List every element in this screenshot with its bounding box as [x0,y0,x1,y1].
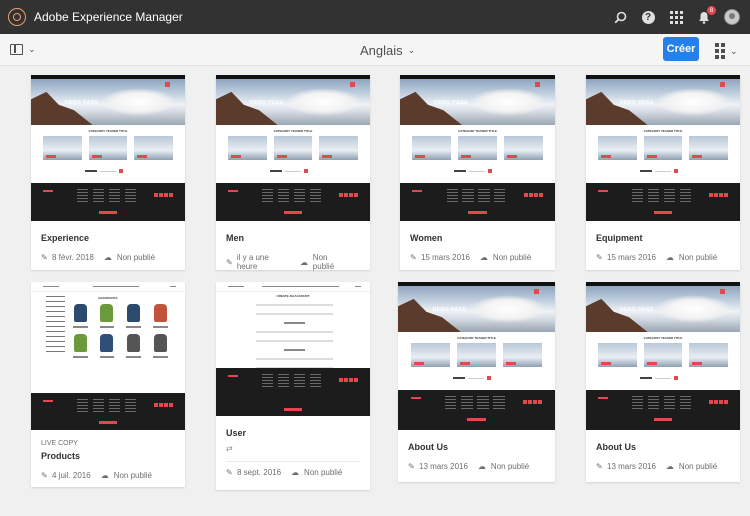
publish-status: Non publié [492,253,532,262]
avatar[interactable] [724,9,740,25]
view-switcher[interactable]: ⌄ [715,43,738,59]
card-thumbnail[interactable]: HERO PAGE CATEGORY TEASER TITLE [586,75,740,221]
card-title[interactable]: About Us [408,442,545,452]
aem-logo-icon[interactable] [8,8,26,26]
rail-toggle-button[interactable]: ⌄ [10,44,36,55]
thumb-category-title: CATEGORY TEASER TITLE [458,129,497,133]
thumb-hero-label: HERO PAGE [64,99,100,106]
pencil-icon: ✎ [41,471,48,480]
card-thumbnail[interactable]: HERO PAGE CATEGORY TEASER TITLE [398,282,555,430]
thumb-category-title: CATEGORY TEASER TITLE [643,129,683,133]
thumb-category-title: CATEGORY TEASER TITLE [643,336,683,340]
modified-date: 15 mars 2016 [607,253,656,262]
rail-toggle-icon [10,44,23,55]
pencil-icon: ✎ [41,253,48,262]
modified-date: 8 sept. 2016 [237,468,282,477]
page-card[interactable]: HERO PAGE CATEGORY TEASER TITLE Women ✎ … [400,75,555,270]
chevron-down-icon: ⌄ [28,44,36,54]
modified-date: 15 mars 2016 [421,253,470,262]
card-title[interactable]: Products [41,451,175,461]
modified-date: il y a une heure [236,253,269,271]
modified-date: 4 juil. 2016 [52,471,91,480]
thumb-hero-label: HERO PAGE [619,306,655,313]
search-icon[interactable] [612,9,628,25]
publish-status-icon: ☁ [665,253,674,262]
language-selector[interactable]: Anglais ⌄ [360,43,415,58]
thumb-hero-label: HERO PAGE [434,99,469,106]
page-card[interactable]: BACKPACKS LIVE COPY Products ✎ 4 juil. 2… [31,282,185,487]
pencil-icon: ✎ [226,257,233,267]
publish-status-icon: ☁ [477,462,486,471]
card-thumbnail[interactable]: CREATE AN ACCOUNT [216,282,370,416]
thumb-hero-label: HERO PAGE [249,99,285,106]
chevron-down-icon: ⌄ [407,45,416,55]
thumb-hero-label: HERO PAGE [432,306,467,313]
thumb-category-title: CATEGORY TEASER TITLE [88,129,128,133]
publish-status-icon: ☁ [103,253,112,262]
card-thumbnail[interactable]: HERO PAGE CATEGORY TEASER TITLE [400,75,555,221]
shell-header: Adobe Experience Manager ? 8 [0,0,750,34]
pencil-icon: ✎ [596,462,603,471]
pencil-icon: ✎ [596,253,603,262]
publish-status: Non publié [678,253,718,262]
modified-date: 8 févr. 2018 [52,253,94,262]
view-switcher-icon [715,43,725,59]
notification-badge: 8 [707,6,716,15]
app-title[interactable]: Adobe Experience Manager [34,10,183,24]
action-bar: ⌄ Anglais ⌄ Créer ⌄ [0,34,750,66]
publish-status-icon: ☁ [100,471,109,480]
apps-grid-icon[interactable] [668,9,684,25]
modified-date: 13 mars 2016 [419,462,468,471]
publish-status: Non publié [490,462,530,471]
pencil-icon: ✎ [410,253,417,262]
thumb-category-title: CATEGORY TEASER TITLE [457,336,496,340]
card-title[interactable]: Experience [41,233,175,243]
chevron-down-icon: ⌄ [730,45,738,56]
thumb-category-title: CATEGORY TEASER TITLE [273,129,313,133]
publish-status: Non publié [304,468,343,477]
create-button[interactable]: Créer [663,37,699,61]
publish-status-icon: ☁ [300,257,309,267]
card-thumbnail[interactable]: HERO PAGE CATEGORY TEASER TITLE [31,75,185,221]
page-card[interactable]: CREATE AN ACCOUNT User ⇄ ✎ 8 sept. 2016 … [216,282,370,490]
card-title[interactable]: Men [226,233,360,243]
card-subtitle: LIVE COPY [41,440,78,447]
page-card[interactable]: HERO PAGE CATEGORY TEASER TITLE Experien… [31,75,185,270]
card-thumbnail[interactable]: HERO PAGE CATEGORY TEASER TITLE [586,282,740,430]
thumb-hero-label: HERO PAGE [619,99,655,106]
modified-date: 13 mars 2016 [607,462,656,471]
page-card[interactable]: HERO PAGE CATEGORY TEASER TITLE Equipmen… [586,75,740,270]
card-title[interactable]: User [226,428,360,438]
card-title[interactable]: About Us [596,442,730,452]
language-status-icon: ⇄ [226,444,233,453]
publish-status-icon: ☁ [479,253,488,262]
page-card[interactable]: HERO PAGE CATEGORY TEASER TITLE About Us… [586,282,740,482]
help-icon[interactable]: ? [640,9,656,25]
thumb-create-account-title: CREATE AN ACCOUNT [276,294,310,298]
publish-status-icon: ☁ [291,468,300,477]
page-card[interactable]: HERO PAGE CATEGORY TEASER TITLE Men ✎ il… [216,75,370,271]
publish-status: Non publié [116,253,156,262]
publish-status: Non publié [312,253,335,271]
card-title[interactable]: Equipment [596,233,730,243]
publish-status-icon: ☁ [665,462,674,471]
pencil-icon: ✎ [226,468,233,477]
page-card[interactable]: HERO PAGE CATEGORY TEASER TITLE About Us… [398,282,555,482]
publish-status: Non publié [113,471,152,480]
publish-status: Non publié [678,462,718,471]
pencil-icon: ✎ [408,462,415,471]
card-thumbnail[interactable]: BACKPACKS [31,282,185,430]
bell-icon[interactable]: 8 [696,6,716,25]
language-label: Anglais [360,43,403,58]
card-thumbnail[interactable]: HERO PAGE CATEGORY TEASER TITLE [216,75,370,221]
card-title[interactable]: Women [410,233,545,243]
